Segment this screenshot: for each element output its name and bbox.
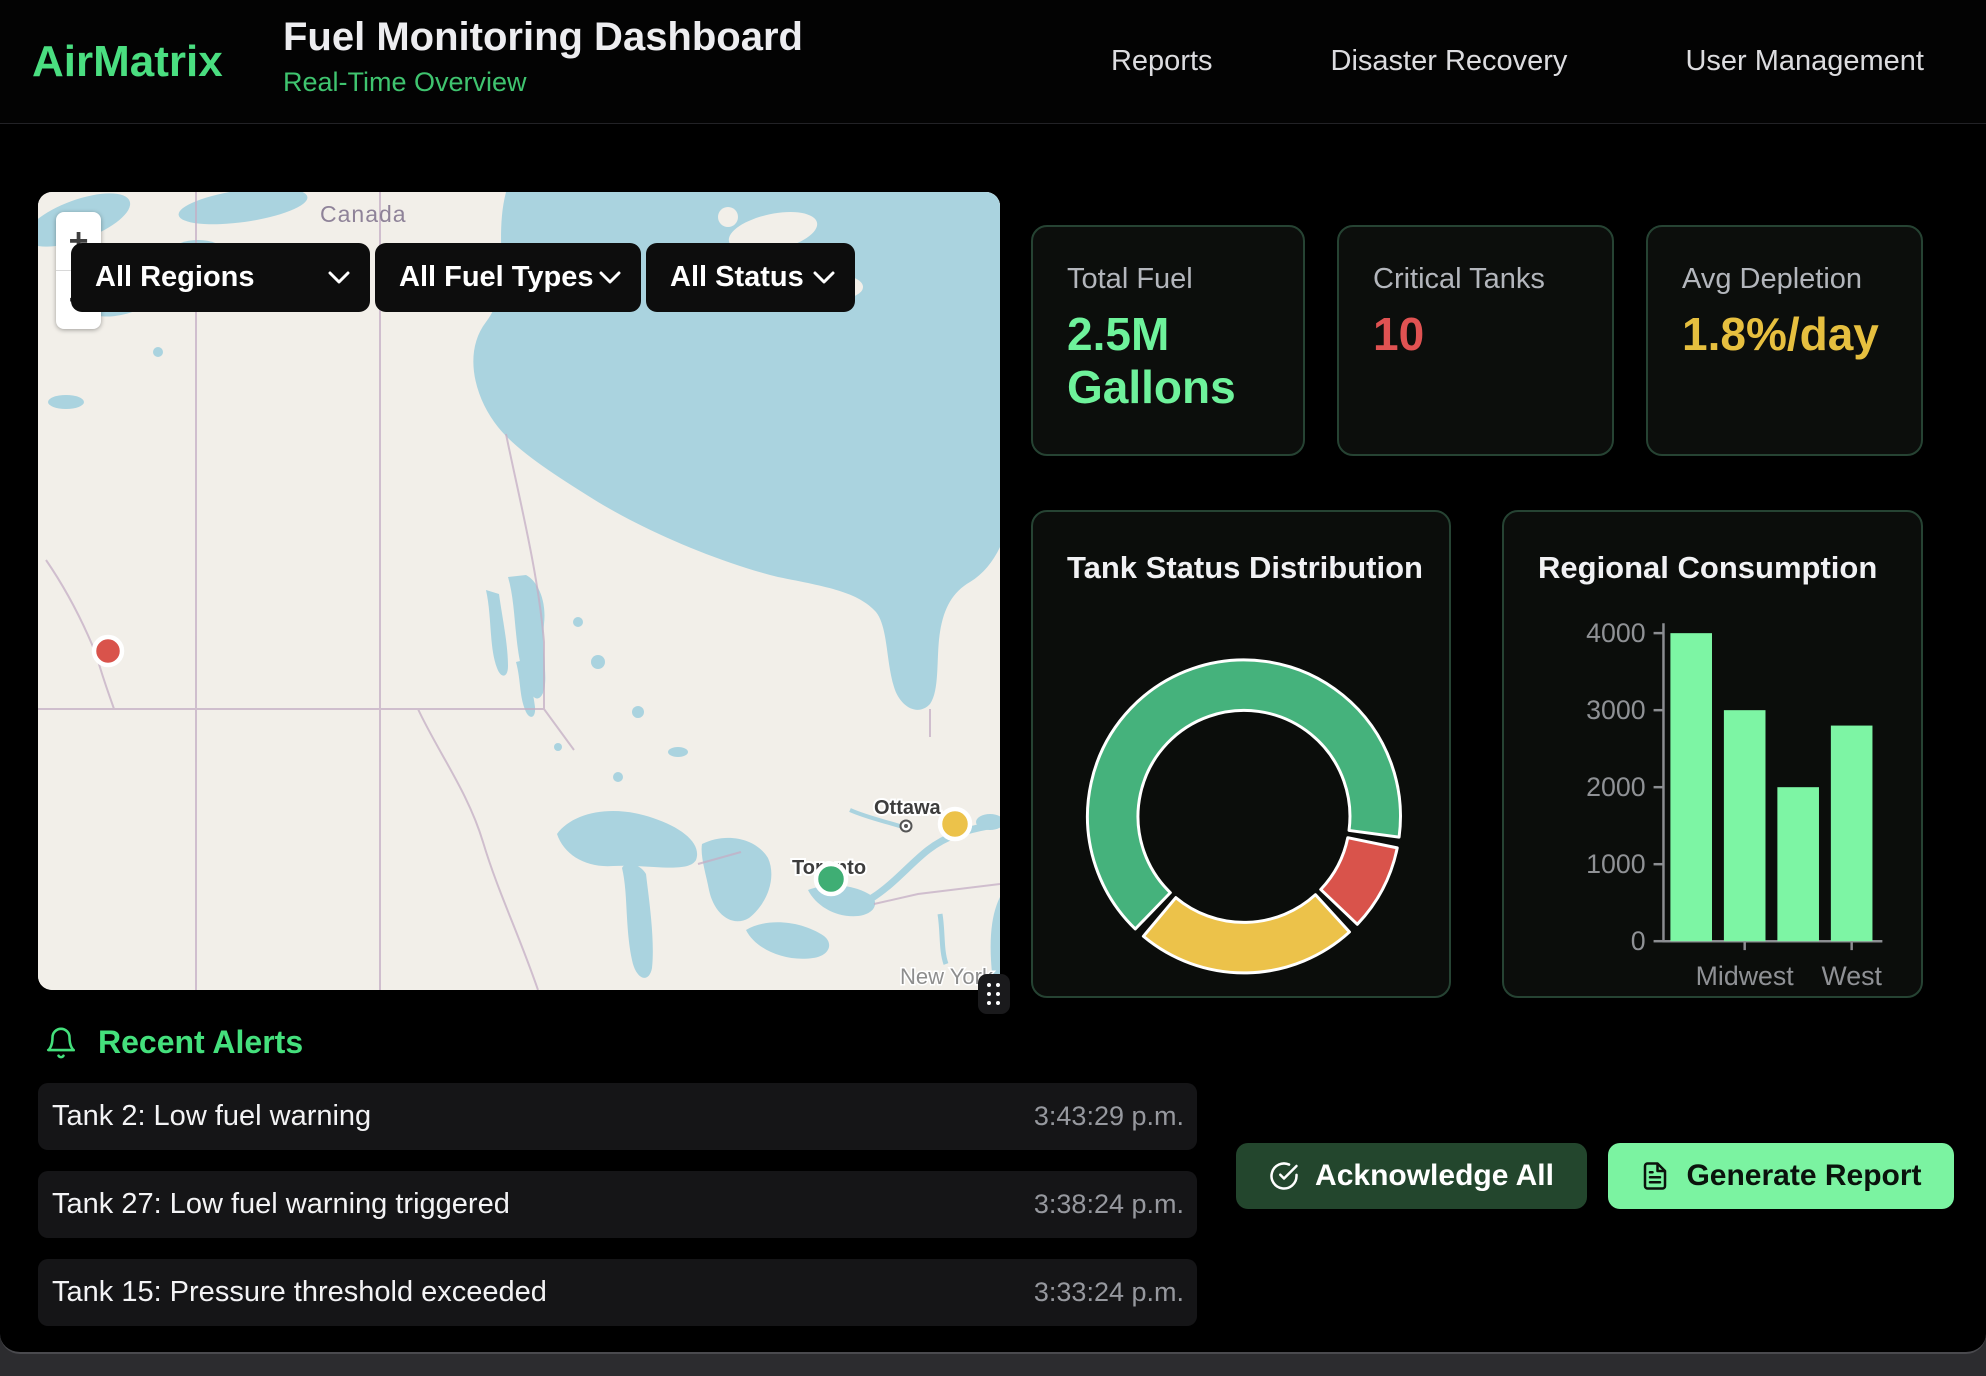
nav-item-reports[interactable]: Reports bbox=[1111, 45, 1213, 78]
alert-timestamp: 3:43:29 p.m. bbox=[1034, 1101, 1184, 1132]
alert-timestamp: 3:38:24 p.m. bbox=[1034, 1189, 1184, 1220]
nav-item-disaster-recovery[interactable]: Disaster Recovery bbox=[1331, 45, 1568, 78]
stat-value: 10 bbox=[1373, 308, 1578, 361]
tank-marker-warning[interactable] bbox=[940, 809, 970, 839]
alert-text: Tank 27: Low fuel warning triggered bbox=[52, 1188, 510, 1221]
bell-icon bbox=[44, 1026, 78, 1060]
check-circle-icon bbox=[1269, 1161, 1299, 1191]
x-tick-label: Midwest bbox=[1696, 961, 1795, 991]
chevron-down-icon bbox=[328, 271, 350, 284]
ottawa-city-dot-inner bbox=[904, 824, 908, 828]
filter-label: All Fuel Types bbox=[399, 261, 593, 294]
stat-card-avg-depletion: Avg Depletion 1.8%/​day bbox=[1646, 225, 1923, 456]
filter-label: All Status bbox=[670, 261, 804, 294]
y-tick-label: 4000 bbox=[1586, 618, 1645, 648]
map-panel: Canada Ottawa Toronto New York + − All R… bbox=[38, 192, 1000, 990]
stat-value: 2.5M Gallons bbox=[1067, 308, 1269, 414]
page-subtitle: Real-Time Overview bbox=[283, 67, 803, 98]
alerts-title: Recent Alerts bbox=[98, 1024, 303, 1061]
header: AirMatrix Fuel Monitoring Dashboard Real… bbox=[0, 0, 1986, 124]
y-tick-label: 2000 bbox=[1586, 772, 1645, 802]
label-ottawa: Ottawa bbox=[874, 797, 942, 819]
app-window: AirMatrix Fuel Monitoring Dashboard Real… bbox=[0, 0, 1986, 1354]
regional-consumption-card: Regional Consumption 01000200030004000Mi… bbox=[1502, 510, 1923, 998]
tank-status-card: Tank Status Distribution bbox=[1031, 510, 1451, 998]
tank-marker-normal[interactable] bbox=[816, 864, 846, 894]
x-tick-label: West bbox=[1821, 961, 1882, 991]
acknowledge-all-button[interactable]: Acknowledge All bbox=[1236, 1143, 1587, 1209]
page-title: Fuel Monitoring Dashboard bbox=[283, 15, 803, 59]
tank-status-donut-chart bbox=[1033, 512, 1449, 996]
filter-all-regions[interactable]: All Regions bbox=[71, 243, 370, 312]
document-icon bbox=[1640, 1161, 1670, 1191]
alert-row[interactable]: Tank 15: Pressure threshold exceeded 3:33… bbox=[38, 1259, 1197, 1326]
bar-unlabeled-2 bbox=[1777, 787, 1819, 941]
main-nav: Reports Disaster Recovery User Management bbox=[1111, 0, 1924, 123]
chevron-down-icon bbox=[813, 271, 835, 284]
alert-text: Tank 2: Low fuel warning bbox=[52, 1100, 371, 1133]
fuel-monitoring-dashboard: AirMatrix Fuel Monitoring Dashboard Real… bbox=[0, 0, 1986, 1376]
y-tick-label: 1000 bbox=[1586, 849, 1645, 879]
alert-row[interactable]: Tank 27: Low fuel warning triggered 3:38:… bbox=[38, 1171, 1197, 1238]
filter-all-status[interactable]: All Status bbox=[646, 243, 855, 312]
generate-report-button[interactable]: Generate Report bbox=[1608, 1143, 1954, 1209]
stat-card-total-fuel: Total Fuel 2.5M Gallons bbox=[1031, 225, 1305, 456]
brand-logo[interactable]: AirMatrix bbox=[32, 37, 223, 87]
y-tick-label: 3000 bbox=[1586, 695, 1645, 725]
y-tick-label: 0 bbox=[1631, 926, 1646, 956]
bar-midwest bbox=[1724, 710, 1766, 941]
nav-item-user-management[interactable]: User Management bbox=[1685, 45, 1924, 78]
generate-report-label: Generate Report bbox=[1686, 1159, 1921, 1193]
alert-text: Tank 15: Pressure threshold exceeded bbox=[52, 1276, 547, 1309]
bar-west bbox=[1831, 726, 1873, 942]
title-block: Fuel Monitoring Dashboard Real-Time Over… bbox=[283, 15, 803, 98]
tank-marker-critical[interactable] bbox=[94, 637, 122, 665]
regional-consumption-bar-chart: 0 1000 2000 3000 4000 Midwest West bbox=[1504, 512, 1921, 996]
map-filter-bar: All Regions All Fuel Types All Status bbox=[71, 243, 855, 312]
stat-label: Total Fuel bbox=[1067, 263, 1269, 296]
alert-row[interactable]: Tank 2: Low fuel warning 3:43:29 p.m. bbox=[38, 1083, 1197, 1150]
filter-label: All Regions bbox=[95, 261, 255, 294]
drag-dots-icon bbox=[987, 983, 1001, 1006]
stat-label: Critical Tanks bbox=[1373, 263, 1578, 296]
stat-card-critical-tanks: Critical Tanks 10 bbox=[1337, 225, 1614, 456]
alerts-header: Recent Alerts bbox=[44, 1024, 303, 1061]
stat-value: 1.8%/​day bbox=[1682, 308, 1887, 361]
donut-segment-warning bbox=[1143, 895, 1349, 973]
label-canada: Canada bbox=[320, 201, 407, 227]
chevron-down-icon bbox=[599, 271, 621, 284]
alert-timestamp: 3:33:24 p.m. bbox=[1034, 1277, 1184, 1308]
bar-unlabeled-0 bbox=[1670, 633, 1712, 941]
filter-all-fuel-types[interactable]: All Fuel Types bbox=[375, 243, 641, 312]
stat-label: Avg Depletion bbox=[1682, 263, 1887, 296]
acknowledge-all-label: Acknowledge All bbox=[1315, 1159, 1554, 1193]
map-resize-handle[interactable] bbox=[978, 974, 1010, 1014]
